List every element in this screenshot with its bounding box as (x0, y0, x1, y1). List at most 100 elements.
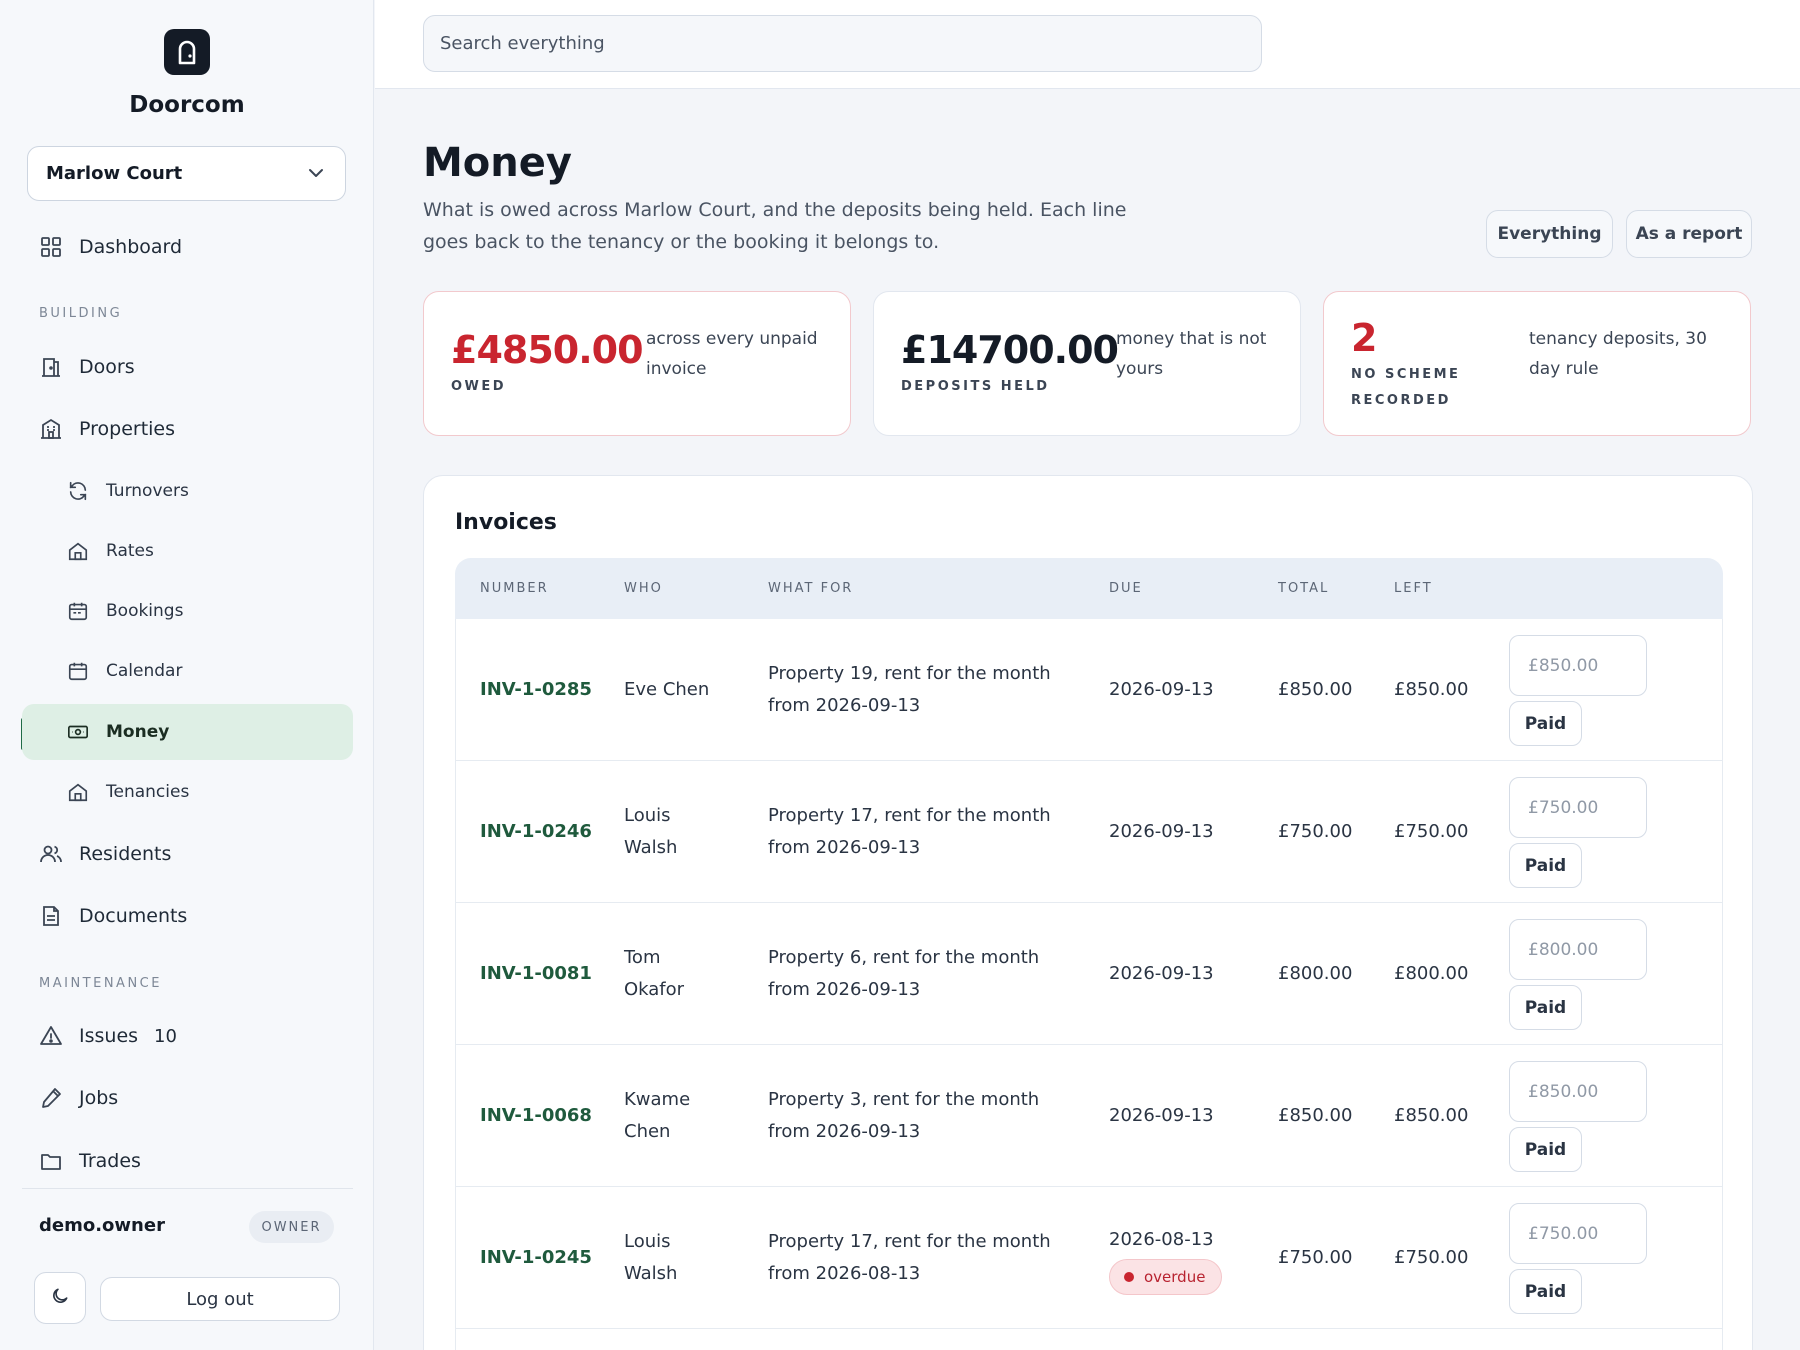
dashboard-grid-icon (37, 233, 65, 261)
refresh-icon (66, 479, 90, 503)
stat-card-deposits: £14700.00 DEPOSITS HELD money that is no… (873, 291, 1301, 436)
invoice-what-for: Property 17, rent for the month from 202… (768, 805, 1051, 858)
invoice-number-link[interactable]: INV-1-0285 (480, 674, 592, 706)
payment-amount-input[interactable] (1509, 1203, 1647, 1264)
payment-amount-input[interactable] (1509, 777, 1647, 838)
paid-button[interactable]: Paid (1509, 1269, 1582, 1314)
stat-value: £4850.00 (451, 328, 644, 372)
paid-button[interactable]: Paid (1509, 985, 1582, 1030)
stat-card-no-scheme: 2 NO SCHEME RECORDED tenancy deposits, 3… (1323, 291, 1751, 436)
property-select[interactable]: Marlow Court (27, 146, 346, 201)
paid-button[interactable]: Paid (1509, 843, 1582, 888)
table-row: INV-1-0081 Tom Okafor Property 6, rent f… (455, 903, 1723, 1045)
column-header: NUMBER (480, 581, 549, 596)
invoice-who: Louis Walsh (624, 1231, 678, 1284)
sidebar-item-label: Documents (79, 905, 188, 927)
paid-button[interactable]: Paid (1509, 701, 1582, 746)
invoice-who: Kwame Chen (624, 1089, 691, 1142)
property-select-value: Marlow Court (46, 163, 183, 184)
sidebar-item-bookings[interactable]: Bookings (54, 583, 353, 639)
column-header: TOTAL (1278, 581, 1330, 596)
invoice-due: 2026-09-13 (1109, 963, 1214, 984)
overdue-label: overdue (1144, 1268, 1206, 1286)
invoice-left: £750.00 (1394, 1247, 1469, 1268)
invoice-what-for: Property 3, rent for the month from 2026… (768, 1089, 1040, 1142)
status-dot-icon (1124, 1272, 1134, 1282)
stat-card-owed: £4850.00 OWED across every unpaid invoic… (423, 291, 851, 436)
sidebar-item-label: Money (106, 722, 170, 742)
theme-toggle-button[interactable] (34, 1272, 86, 1324)
stat-value: 2 (1351, 316, 1377, 360)
door-icon (37, 353, 65, 381)
chevron-down-icon (305, 162, 327, 189)
top-bar (375, 0, 1800, 89)
view-everything-button[interactable]: Everything (1486, 210, 1613, 258)
invoice-due: 2026-09-13 (1109, 1105, 1214, 1126)
section-label-building: BUILDING (39, 306, 123, 321)
logout-button[interactable]: Log out (100, 1277, 340, 1321)
sidebar-item-turnovers[interactable]: Turnovers (54, 463, 353, 519)
sidebar-item-residents[interactable]: Residents (27, 832, 353, 876)
table-row: INV-1-0068 Kwame Chen Property 3, rent f… (455, 1045, 1723, 1187)
sidebar-item-label: Jobs (79, 1087, 119, 1109)
warning-icon (37, 1022, 65, 1050)
sidebar-item-label: Tenancies (106, 782, 190, 802)
home-icon (66, 539, 90, 563)
sidebar-item-money[interactable]: Money (22, 704, 353, 760)
invoice-left: £800.00 (1394, 963, 1469, 984)
folder-icon (37, 1147, 65, 1175)
stat-label: OWED (451, 379, 507, 394)
invoice-number-link[interactable]: INV-1-0246 (480, 816, 592, 848)
sidebar-item-jobs[interactable]: Jobs (27, 1076, 353, 1120)
table-row: INV-1-0246 Louis Walsh Property 17, rent… (455, 761, 1723, 903)
sidebar-item-label: Doors (79, 356, 135, 378)
sidebar-item-tenancies[interactable]: Tenancies (54, 764, 353, 820)
stat-value: £14700.00 (901, 328, 1119, 372)
search-input[interactable] (423, 15, 1262, 72)
invoice-total: £800.00 (1278, 963, 1353, 984)
table-row: INV-1-0285 Eve Chen Property 19, rent fo… (455, 619, 1723, 761)
document-icon (37, 902, 65, 930)
overdue-badge: overdue (1109, 1259, 1223, 1295)
payment-amount-input[interactable] (1509, 1061, 1647, 1122)
sidebar-item-label: Properties (79, 418, 176, 440)
invoice-total: £750.00 (1278, 1247, 1353, 1268)
sidebar-item-documents[interactable]: Documents (27, 894, 353, 938)
section-label-maintenance: MAINTENANCE (39, 976, 162, 991)
doorcom-logo-icon[interactable] (164, 29, 210, 75)
sidebar-item-dashboard[interactable]: Dashboard (27, 225, 353, 269)
users-icon (37, 840, 65, 868)
view-report-button[interactable]: As a report (1626, 210, 1752, 258)
sidebar-item-issues[interactable]: Issues 10 (27, 1014, 353, 1058)
invoice-who: Louis Walsh (624, 805, 678, 858)
role-badge: OWNER (249, 1211, 334, 1243)
sidebar-item-doors[interactable]: Doors (27, 345, 353, 389)
sidebar-item-label: Dashboard (79, 236, 183, 258)
invoice-total: £750.00 (1278, 821, 1353, 842)
invoice-number-link[interactable]: INV-1-0245 (480, 1242, 592, 1274)
invoice-number-link[interactable]: INV-1-0081 (480, 958, 592, 990)
payment-amount-input[interactable] (1509, 919, 1647, 980)
home-icon (66, 780, 90, 804)
paid-button[interactable]: Paid (1509, 1127, 1582, 1172)
sidebar-item-rates[interactable]: Rates (54, 523, 353, 579)
sidebar-item-properties[interactable]: Properties (27, 407, 353, 451)
invoices-panel: Invoices NUMBER WHO WHAT FOR DUE TOTAL L… (423, 475, 1753, 1350)
invoice-number-link[interactable]: INV-1-0068 (480, 1100, 592, 1132)
sidebar-item-trades[interactable]: Trades (27, 1139, 353, 1183)
column-header: WHO (624, 581, 663, 596)
sidebar-item-label: Rates (106, 541, 154, 561)
payment-amount-input[interactable] (1509, 635, 1647, 696)
sidebar-item-label: Calendar (106, 661, 183, 681)
brand-name: Doorcom (129, 92, 245, 118)
sidebar-item-calendar[interactable]: Calendar (54, 643, 353, 699)
invoice-due: 2026-09-13 (1109, 679, 1214, 700)
table-row (455, 1329, 1723, 1350)
invoice-due: 2026-08-13 (1109, 1229, 1214, 1250)
invoice-total: £850.00 (1278, 1105, 1353, 1126)
sidebar-item-label: Bookings (106, 601, 184, 621)
column-header: LEFT (1394, 581, 1433, 596)
column-header: DUE (1109, 581, 1143, 596)
sidebar-item-label: Residents (79, 843, 172, 865)
stat-note: across every unpaid invoice (646, 329, 818, 379)
